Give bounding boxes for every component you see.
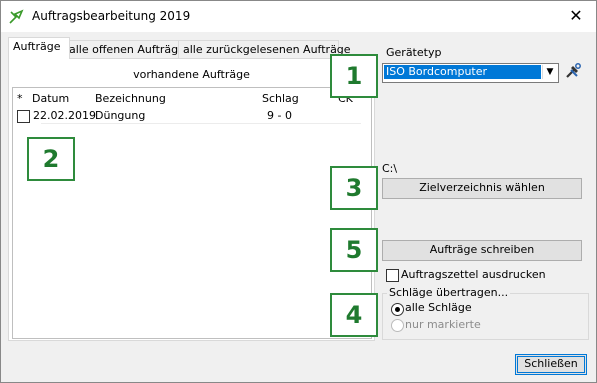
row-datum: 22.02.2019 [33,109,96,122]
badge-4: 4 [330,293,378,337]
marked-only-radio[interactable] [391,319,404,332]
orders-list[interactable]: * Datum Bezeichnung Schlag CK 22.02.2019… [12,87,372,339]
window-title: Auftragsbearbeitung 2019 [32,9,191,23]
dialog-window: Auftragsbearbeitung 2019 ✕ Aufträge alle… [0,0,597,383]
transfer-fields-legend: Schläge übertragen... [387,286,511,299]
badge-1: 1 [330,54,378,98]
column-header-star[interactable]: * [17,92,23,105]
row-bezeichnung: Düngung [95,109,146,122]
orders-tab-panel: vorhandene Aufträge * Datum Bezeichnung … [8,58,375,341]
column-header-bezeichnung[interactable]: Bezeichnung [95,92,166,105]
chevron-down-icon[interactable]: ▼ [542,65,557,79]
badge-5: 5 [330,228,378,272]
print-slip-checkbox[interactable] [386,269,399,282]
badge-3: 3 [330,166,378,210]
row-divider [41,123,361,124]
tab-alle-zurueckgelesenen-auftraege[interactable]: alle zurückgelesenen Aufträge [178,40,351,59]
window-close-button[interactable]: ✕ [556,1,596,32]
choose-target-directory-button[interactable]: Zielverzeichnis wählen [382,178,582,199]
title-bar: Auftragsbearbeitung 2019 ✕ [1,1,596,32]
tab-alle-offenen-auftraege[interactable]: alle offenen Aufträge [64,40,185,59]
close-button-label: Schließen [524,357,578,370]
device-type-label: Gerätetyp [386,46,442,59]
orders-group-title: vorhandene Aufträge [133,68,250,81]
marked-only-label[interactable]: nur markierte [405,318,481,331]
column-header-datum[interactable]: Datum [32,92,69,105]
row-checkbox[interactable] [17,110,30,123]
column-header-schlag[interactable]: Schlag [262,92,299,105]
row-schlag: 9 - 0 [267,109,292,122]
target-path-label: C:\ [382,162,398,175]
tab-auftraege[interactable]: Aufträge [8,37,70,59]
close-button[interactable]: Schließen [515,354,587,375]
write-orders-button[interactable]: Aufträge schreiben [382,240,582,261]
wrench-hammer-icon[interactable] [565,63,581,79]
app-logo-icon [9,9,24,24]
all-fields-label[interactable]: alle Schläge [405,301,472,314]
device-type-select[interactable]: ISO Bordcomputer ▼ [382,63,559,83]
transfer-fields-group: Schläge übertragen... alle Schläge nur m… [382,286,589,340]
device-type-selected-value: ISO Bordcomputer [384,65,541,79]
all-fields-radio[interactable] [391,303,404,316]
badge-2: 2 [27,137,75,181]
print-slip-label: Auftragszettel ausdrucken [401,268,546,281]
